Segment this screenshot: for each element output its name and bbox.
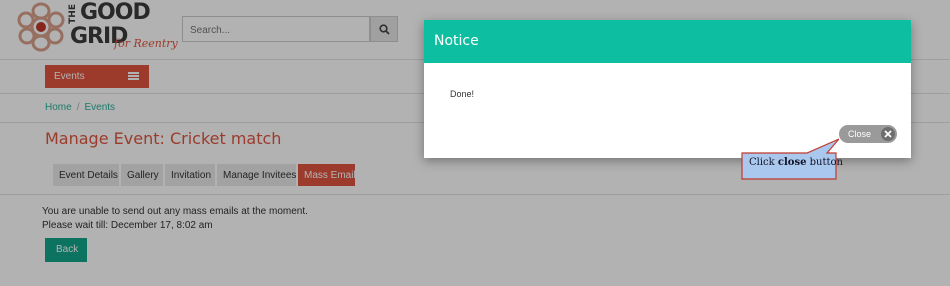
modal-header: Notice (424, 20, 911, 63)
close-label: Close (848, 129, 872, 139)
close-icon (881, 127, 895, 141)
modal-title: Notice (434, 33, 479, 49)
close-button[interactable]: Close (839, 125, 897, 143)
tutorial-callout: Click close button (739, 136, 843, 182)
callout-text: Click close button (749, 157, 843, 168)
modal-body-text: Done! (450, 89, 475, 99)
